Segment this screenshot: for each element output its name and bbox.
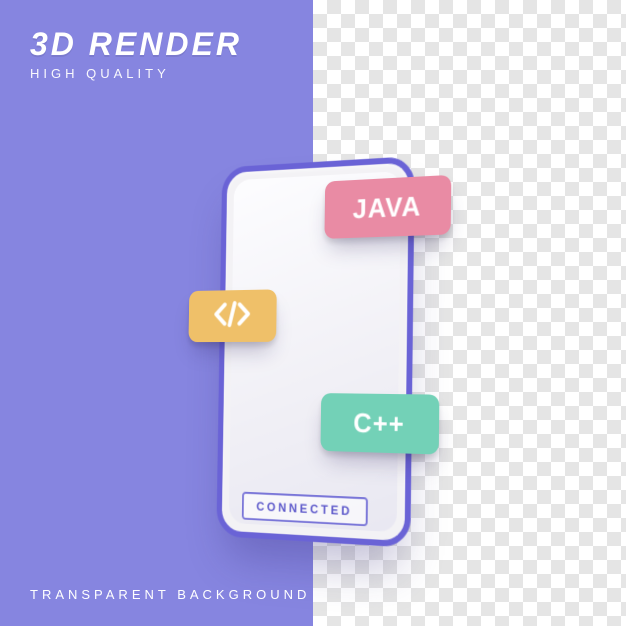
java-badge: JAVA <box>324 174 451 238</box>
phone-device: JAVA C++ CONNECTED <box>216 156 414 548</box>
header: 3D RENDER HIGH QUALITY <box>30 28 242 81</box>
code-icon <box>212 299 252 332</box>
cpp-badge: C++ <box>320 393 439 454</box>
subtitle: HIGH QUALITY <box>30 66 242 81</box>
code-badge <box>188 289 276 342</box>
main-title: 3D RENDER <box>30 28 242 60</box>
render-scene: JAVA C++ CONNECTED <box>208 161 418 541</box>
cpp-badge-label: C++ <box>353 406 405 440</box>
connected-label: CONNECTED <box>256 499 352 518</box>
java-badge-label: JAVA <box>353 189 422 224</box>
footer-caption: TRANSPARENT BACKGROUND <box>30 587 310 602</box>
